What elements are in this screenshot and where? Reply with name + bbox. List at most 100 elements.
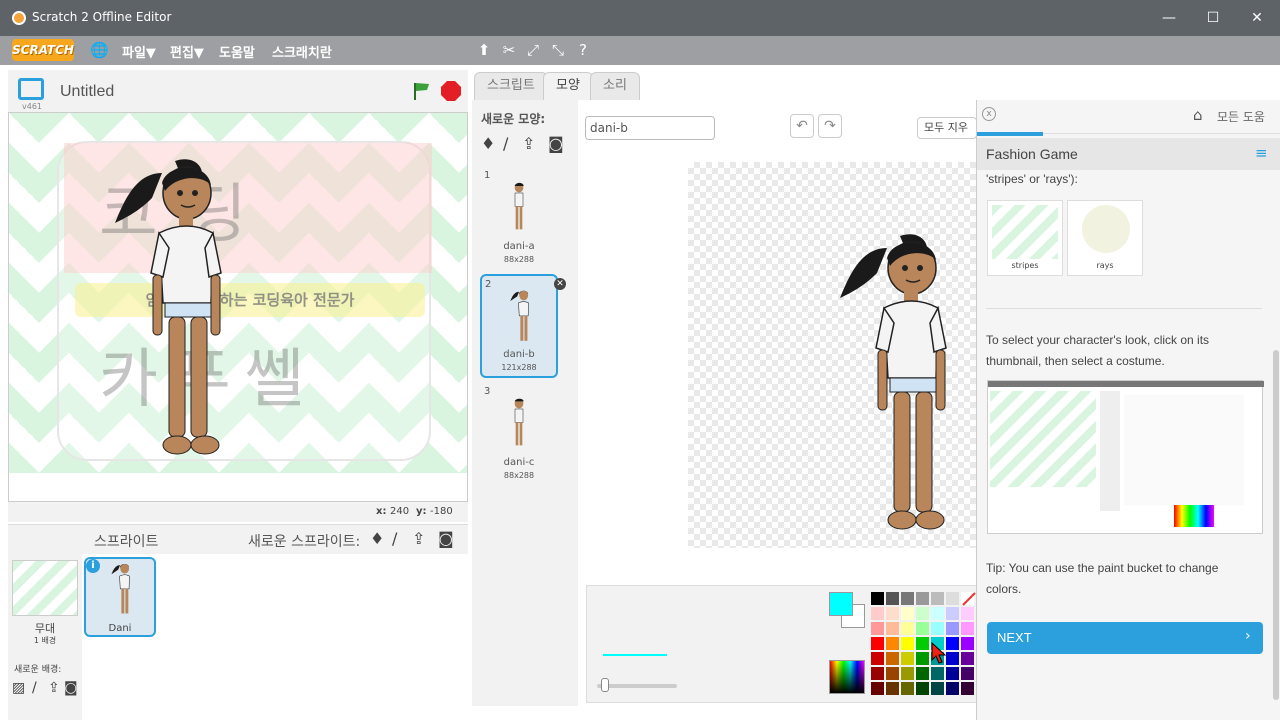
color-swatch[interactable] (886, 667, 899, 680)
paint-costume-icon[interactable]: / (503, 134, 508, 153)
sprite-tile-dani[interactable]: i Dani (84, 557, 156, 637)
close-icon[interactable]: ✕ (1246, 8, 1268, 30)
all-help-link[interactable]: 모든 도움 (1217, 108, 1265, 125)
menu-help[interactable]: 도움말 (219, 42, 255, 61)
color-swatch[interactable] (886, 607, 899, 620)
clear-button[interactable]: 모두 지우 (917, 117, 977, 139)
upload-sprite-icon[interactable]: ⇪ (412, 529, 425, 548)
menu-hamburger-icon[interactable]: ≡ (1255, 144, 1268, 162)
color-swatch[interactable] (961, 637, 974, 650)
tips-close-icon[interactable]: x (982, 107, 996, 121)
color-swatch[interactable] (946, 682, 959, 695)
line-width-slider[interactable] (597, 684, 677, 688)
delete-scissors-icon[interactable]: ✂ (500, 41, 518, 59)
minimize-icon[interactable]: — (1158, 8, 1180, 30)
costume-camera-icon[interactable]: ◙ (548, 134, 564, 153)
color-swatch[interactable] (871, 652, 884, 665)
color-swatch[interactable] (961, 622, 974, 635)
sprite-info-icon[interactable]: i (86, 559, 100, 573)
color-swatch[interactable] (946, 667, 959, 680)
color-swatch[interactable] (871, 622, 884, 635)
color-swatch[interactable] (916, 622, 929, 635)
color-swatch[interactable] (886, 622, 899, 635)
line-width-slider-handle[interactable] (601, 678, 609, 692)
costume-tile-3[interactable]: 3 dani-c 88x288 (480, 382, 558, 486)
upload-costume-icon[interactable]: ⇪ (522, 134, 535, 153)
choose-costume-icon[interactable]: ♦ (481, 134, 495, 153)
color-swatch[interactable] (886, 637, 899, 650)
shrink-icon[interactable]: ⤡ (549, 41, 567, 59)
grow-icon[interactable]: ⤢ (524, 41, 542, 59)
delete-costume-icon[interactable]: ✕ (554, 278, 566, 290)
home-icon[interactable]: ⌂ (1193, 106, 1203, 124)
redo-icon[interactable]: ↷ (818, 114, 842, 138)
menu-about[interactable]: 스크래치란 (272, 42, 332, 61)
costume-tile-1[interactable]: 1 dani-a 88x288 (480, 166, 558, 270)
project-title[interactable]: Untitled (60, 83, 114, 101)
choose-backdrop-icon[interactable]: ▨ (12, 680, 25, 696)
paint-canvas[interactable] (688, 162, 978, 548)
upload-backdrop-icon[interactable]: ⇪ (48, 680, 60, 696)
color-swatch[interactable] (871, 682, 884, 695)
color-swatch[interactable] (916, 607, 929, 620)
color-swatch[interactable] (946, 652, 959, 665)
paint-backdrop-icon[interactable]: / (32, 680, 37, 696)
color-swatch[interactable] (961, 667, 974, 680)
color-swatch[interactable] (886, 592, 899, 605)
fullscreen-icon[interactable] (18, 78, 44, 100)
color-swatch[interactable] (901, 682, 914, 695)
paint-new-sprite-icon[interactable]: / (392, 529, 397, 548)
menu-file[interactable]: 파일▼ (122, 42, 156, 61)
stage-thumbnail[interactable] (12, 560, 78, 616)
color-swatch[interactable] (931, 622, 944, 635)
tab-scripts[interactable]: 스크립트 (474, 72, 548, 100)
menu-edit[interactable]: 편집▼ (170, 42, 204, 61)
sprite-dani-stage[interactable] (107, 153, 227, 465)
color-swatch[interactable] (916, 682, 929, 695)
color-swatch[interactable] (931, 682, 944, 695)
stop-sign-icon[interactable] (440, 80, 462, 102)
color-swatch[interactable] (901, 667, 914, 680)
color-swatch[interactable] (901, 607, 914, 620)
next-button[interactable]: NEXT › (987, 622, 1263, 654)
pencil-icon[interactable] (959, 592, 977, 606)
color-swatch[interactable] (931, 592, 944, 605)
color-swatch[interactable] (901, 637, 914, 650)
color-swatch[interactable] (901, 622, 914, 635)
color-swatch[interactable] (946, 637, 959, 650)
color-swatch[interactable] (961, 682, 974, 695)
color-swatch[interactable] (871, 667, 884, 680)
color-swatch[interactable] (916, 592, 929, 605)
camera-icon[interactable]: ◙ (438, 529, 454, 548)
color-swatch[interactable] (871, 637, 884, 650)
color-swatch[interactable] (931, 607, 944, 620)
duplicate-stamp-icon[interactable]: ⬆ (475, 41, 493, 59)
globe-icon[interactable]: 🌐 (90, 41, 109, 59)
color-swatch[interactable] (871, 592, 884, 605)
color-swatch[interactable] (886, 652, 899, 665)
color-swatch[interactable] (961, 607, 974, 620)
tab-sounds[interactable]: 소리 (590, 72, 640, 100)
color-swatch[interactable] (916, 637, 929, 650)
primary-color-swatch[interactable] (829, 592, 853, 616)
color-swatch[interactable] (946, 592, 959, 605)
costume-name-input[interactable] (585, 116, 715, 140)
green-flag-icon[interactable] (410, 80, 432, 102)
color-swatch[interactable] (916, 652, 929, 665)
choose-sprite-library-icon[interactable]: ♦ (370, 529, 384, 548)
color-swatch[interactable] (946, 607, 959, 620)
scratch-logo[interactable]: SCRATCH (12, 39, 74, 61)
color-swatch[interactable] (961, 652, 974, 665)
tab-costumes[interactable]: 모양 (543, 72, 593, 100)
undo-icon[interactable]: ↶ (790, 114, 814, 138)
color-swatch[interactable] (901, 652, 914, 665)
color-swatch[interactable] (931, 667, 944, 680)
color-swatch[interactable] (901, 592, 914, 605)
backdrop-camera-icon[interactable]: ◙ (64, 680, 78, 696)
color-swatch[interactable] (886, 682, 899, 695)
maximize-icon[interactable]: ☐ (1202, 8, 1224, 30)
color-picker-gradient[interactable] (829, 660, 865, 694)
color-swatch[interactable] (916, 667, 929, 680)
costume-tile-2[interactable]: 2 ✕ dani-b 121x288 (480, 274, 566, 378)
color-swatch[interactable] (946, 622, 959, 635)
